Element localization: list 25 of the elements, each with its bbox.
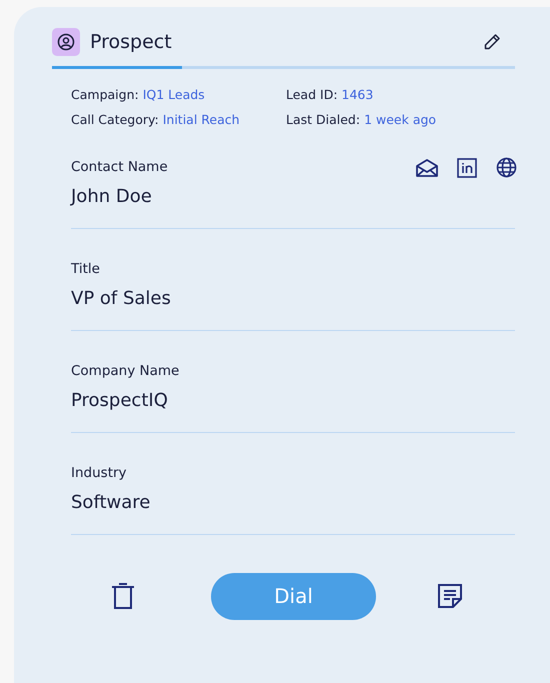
field-value: ProspectIQ <box>71 388 169 412</box>
meta-value[interactable]: 1463 <box>342 86 374 105</box>
note-icon[interactable] <box>437 583 463 609</box>
meta-value[interactable]: IQ1 Leads <box>142 86 205 105</box>
field-value: Software <box>71 490 152 514</box>
field-label: Company Name <box>71 362 180 382</box>
trash-icon[interactable] <box>111 582 135 610</box>
envelope-icon[interactable] <box>416 158 438 176</box>
meta-label: Campaign: <box>71 86 139 104</box>
field-label: Contact Name <box>71 158 168 178</box>
field-label: Industry <box>71 464 127 484</box>
edit-icon[interactable] <box>483 33 501 51</box>
meta-label: Lead ID: <box>286 86 338 104</box>
linkedin-icon[interactable] <box>457 158 477 178</box>
meta-value[interactable]: Initial Reach <box>162 110 240 130</box>
card-title: Prospect <box>90 30 172 55</box>
meta-label: Last Dialed: <box>286 110 360 129</box>
meta-label: Call Category: <box>71 110 159 129</box>
field-label: Title <box>71 260 100 280</box>
field-value: VP of Sales <box>71 286 172 310</box>
person-icon <box>52 28 80 56</box>
field-value: John Doe <box>71 184 153 208</box>
meta-value[interactable]: 1 week ago <box>364 110 436 130</box>
globe-icon[interactable] <box>496 157 517 178</box>
dial-button[interactable]: Dial <box>211 572 376 620</box>
